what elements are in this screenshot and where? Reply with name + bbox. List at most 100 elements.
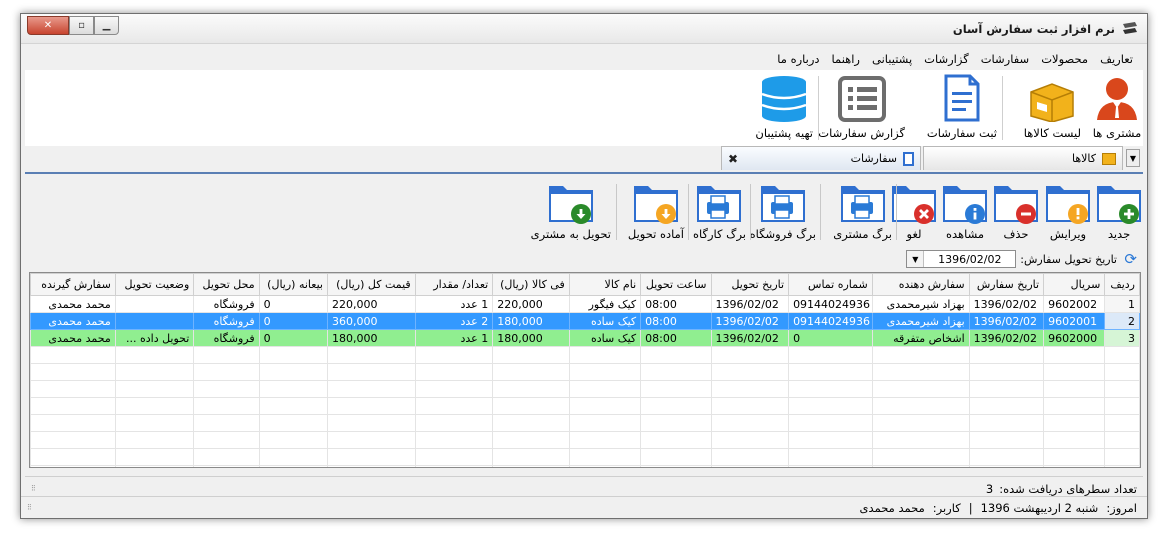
table-cell[interactable]: فروشگاه bbox=[193, 295, 260, 313]
menu-orders[interactable]: سفارشات bbox=[975, 50, 1035, 68]
table-cell[interactable] bbox=[114, 312, 195, 330]
empty-row bbox=[30, 431, 1140, 449]
table-cell[interactable]: 180,000 bbox=[492, 329, 570, 347]
toolbar-edit-button[interactable]: ویرایش bbox=[1044, 180, 1092, 241]
table-cell[interactable] bbox=[114, 295, 195, 313]
table-cell[interactable]: 220,000 bbox=[326, 295, 416, 313]
table-cell[interactable]: 180,000 bbox=[326, 329, 416, 347]
toolbar-new-button[interactable]: جدید bbox=[1095, 180, 1143, 241]
table-cell[interactable]: تحویل داده ... bbox=[114, 329, 195, 347]
refresh-icon[interactable]: ⟳ bbox=[1121, 251, 1137, 267]
close-button[interactable]: ✕ bbox=[27, 16, 69, 35]
table-cell[interactable]: 9602002 bbox=[1043, 295, 1106, 313]
toolbar-store-slip-button[interactable]: برگ فروشگاه bbox=[750, 180, 816, 241]
table-cell[interactable]: محمد محمدی bbox=[30, 329, 116, 347]
table-cell[interactable]: 2 عدد bbox=[414, 312, 494, 330]
tab-orders[interactable]: سفارشات ✖ bbox=[721, 146, 921, 170]
table-cell[interactable]: 08:00 bbox=[640, 295, 712, 313]
table-cell[interactable]: 2 bbox=[1104, 312, 1140, 330]
table-cell[interactable]: 08:00 bbox=[640, 312, 712, 330]
table-cell[interactable]: 09144024936 bbox=[788, 312, 873, 330]
column-header[interactable]: تاریخ تحویل bbox=[710, 273, 790, 296]
menu-about[interactable]: درباره ما bbox=[771, 50, 825, 68]
ribbon-order-report-button[interactable]: گزارش سفارشات bbox=[818, 72, 905, 140]
toolbar-cancel-button[interactable]: لغو bbox=[890, 180, 938, 241]
menu-reports[interactable]: گزارشات bbox=[918, 50, 975, 68]
table-cell[interactable]: اشخاص متفرقه bbox=[871, 329, 970, 347]
table-cell[interactable]: 9602000 bbox=[1043, 329, 1106, 347]
table-row[interactable]: 3 9602000 1396/02/02 اشخاص متفرقه 0 1396/02/0… bbox=[30, 329, 1140, 347]
ribbon-backup-button[interactable]: تهیه پشتیبان bbox=[755, 72, 813, 140]
orders-grid[interactable]: ردیف سریال تاریخ سفارش سفارش دهنده شماره تما… bbox=[29, 272, 1141, 468]
table-cell[interactable]: 0 bbox=[258, 312, 328, 330]
table-cell[interactable]: 360,000 bbox=[326, 312, 416, 330]
column-header[interactable]: سفارش دهنده bbox=[871, 273, 970, 296]
menu-help[interactable]: راهنما bbox=[826, 50, 866, 68]
table-cell[interactable]: 1396/02/02 bbox=[968, 295, 1045, 313]
column-header[interactable]: فی کالا (ریال) bbox=[492, 273, 570, 296]
table-cell[interactable]: کیک ساده bbox=[568, 312, 642, 330]
table-cell[interactable]: 0 bbox=[258, 329, 328, 347]
table-cell[interactable]: کیک ساده bbox=[568, 329, 642, 347]
table-cell[interactable]: فروشگاه bbox=[193, 312, 260, 330]
column-header[interactable]: محل تحویل bbox=[193, 273, 260, 296]
chevron-down-icon[interactable]: ▼ bbox=[907, 251, 925, 267]
column-header[interactable]: قیمت کل (ریال) bbox=[326, 273, 416, 296]
table-cell[interactable]: محمد محمدی bbox=[30, 312, 116, 330]
table-cell[interactable]: 3 bbox=[1104, 329, 1140, 347]
toolbar-workshop-slip-button[interactable]: برگ کارگاه bbox=[693, 180, 746, 241]
menu-definitions[interactable]: تعاریف bbox=[1094, 50, 1139, 68]
table-cell[interactable]: 08:00 bbox=[640, 329, 712, 347]
maximize-button[interactable]: ▫ bbox=[69, 16, 94, 35]
table-cell[interactable]: 0 bbox=[258, 295, 328, 313]
table-cell[interactable]: 0 bbox=[788, 329, 873, 347]
tab-close-icon[interactable]: ✖ bbox=[728, 152, 738, 166]
column-header[interactable]: شماره تماس bbox=[788, 273, 873, 296]
table-cell[interactable]: 9602001 bbox=[1043, 312, 1106, 330]
table-cell[interactable]: 1 عدد bbox=[414, 329, 494, 347]
column-header[interactable]: نام کالا bbox=[568, 273, 642, 296]
table-cell[interactable]: 220,000 bbox=[492, 295, 570, 313]
toolbar-ready-button[interactable]: آماده تحویل bbox=[628, 180, 684, 241]
ribbon-customers-button[interactable]: مشتری ها bbox=[1091, 72, 1143, 140]
table-cell[interactable]: محمد محمدی bbox=[30, 295, 116, 313]
table-cell[interactable]: 1396/02/02 bbox=[968, 329, 1045, 347]
database-icon bbox=[761, 76, 807, 122]
toolbar-view-button[interactable]: مشاهده bbox=[941, 180, 989, 241]
table-row[interactable]: 1 9602002 1396/02/02 بهزاد شیرمحمدی 09144024… bbox=[30, 295, 1140, 313]
table-cell[interactable]: بهزاد شیرمحمدی bbox=[871, 312, 970, 330]
column-header[interactable]: ساعت تحویل bbox=[640, 273, 712, 296]
column-header[interactable]: سفارش گیرنده bbox=[30, 273, 116, 296]
table-cell[interactable]: 1396/02/02 bbox=[710, 312, 790, 330]
toolbar-delete-button[interactable]: حذف bbox=[992, 180, 1040, 241]
column-header[interactable]: بیعانه (ریال) bbox=[258, 273, 328, 296]
column-header[interactable]: وضعیت تحویل bbox=[114, 273, 195, 296]
column-header[interactable]: تاریخ سفارش bbox=[968, 273, 1045, 296]
empty-cell bbox=[710, 448, 790, 466]
table-cell[interactable]: 1396/02/02 bbox=[710, 329, 790, 347]
table-cell[interactable]: بهزاد شیرمحمدی bbox=[871, 295, 970, 313]
table-cell[interactable]: 1396/02/02 bbox=[710, 295, 790, 313]
table-cell[interactable]: کیک فیگور bbox=[568, 295, 642, 313]
table-cell[interactable]: 1 bbox=[1104, 295, 1140, 313]
tab-dropdown-icon[interactable]: ▼ bbox=[1126, 149, 1140, 167]
ribbon-products-button[interactable]: لیست کالاها bbox=[1024, 72, 1081, 140]
table-cell[interactable]: 1396/02/02 bbox=[968, 312, 1045, 330]
minimize-button[interactable]: ▁ bbox=[94, 16, 119, 35]
tab-products[interactable]: کالاها bbox=[923, 146, 1123, 170]
table-cell[interactable]: 09144024936 bbox=[788, 295, 873, 313]
delivery-date-picker[interactable]: 1396/02/02 ▼ bbox=[906, 250, 1017, 268]
ribbon-new-order-button[interactable]: ثبت سفارشات bbox=[927, 72, 997, 140]
menu-support[interactable]: پشتیبانی bbox=[866, 50, 918, 68]
toolbar-customer-slip-button[interactable]: برگ مشتری bbox=[833, 180, 892, 241]
table-row[interactable]: 2 9602001 1396/02/02 بهزاد شیرمحمدی 09144024… bbox=[30, 312, 1140, 330]
column-header[interactable]: تعداد/ مقدار bbox=[414, 273, 494, 296]
toolbar-deliver-button[interactable]: تحویل به مشتری bbox=[531, 180, 611, 241]
table-cell[interactable]: فروشگاه bbox=[193, 329, 260, 347]
column-header[interactable]: سریال bbox=[1043, 273, 1106, 296]
column-header[interactable]: ردیف bbox=[1104, 273, 1140, 296]
menu-products[interactable]: محصولات bbox=[1035, 50, 1094, 68]
empty-cell bbox=[258, 346, 328, 364]
table-cell[interactable]: 180,000 bbox=[492, 312, 570, 330]
table-cell[interactable]: 1 عدد bbox=[414, 295, 494, 313]
